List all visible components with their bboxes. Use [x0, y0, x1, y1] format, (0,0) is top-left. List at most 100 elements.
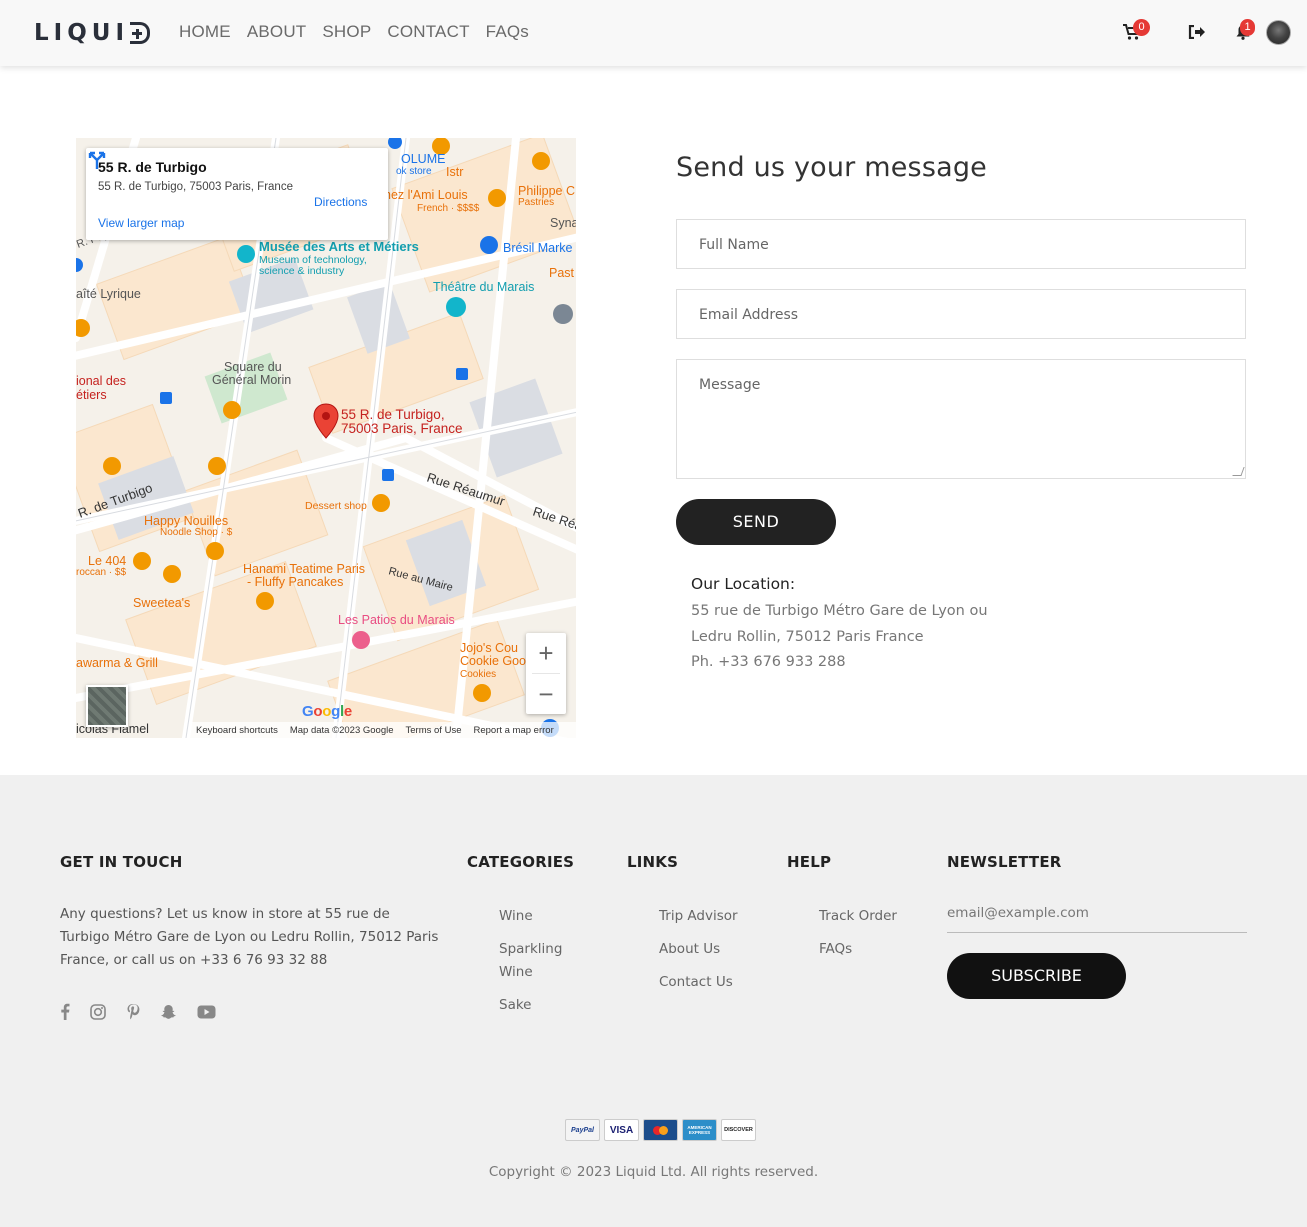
pin-label-line-2: 75003 Paris, France — [341, 421, 463, 436]
cart-count-badge: 0 — [1133, 19, 1150, 36]
help-link[interactable]: Track Order — [819, 905, 897, 928]
place-title: 55 R. de Turbigo — [98, 159, 207, 175]
copyright-text: Copyright © 2023 Liquid Ltd. All rights … — [488, 1164, 819, 1180]
directions-link[interactable]: Directions — [314, 195, 367, 209]
nav-shop[interactable]: SHOP — [322, 22, 371, 42]
subscribe-button[interactable]: SUBSCRIBE — [947, 953, 1126, 999]
map-label: ok store — [396, 166, 432, 177]
map-label: Sweetea's — [133, 596, 190, 610]
snapchat-icon[interactable] — [160, 1004, 177, 1020]
links-list: Trip Advisor About Us Contact Us — [659, 905, 738, 1004]
top-navbar: LIQUI HOME ABOUT SHOP CONTACT FAQs 0 1 — [0, 0, 1307, 66]
links-heading: LINKS — [627, 853, 679, 871]
newsletter-heading: NEWSLETTER — [947, 853, 1062, 871]
help-list: Track Order FAQs — [819, 905, 897, 971]
logout-icon[interactable] — [1188, 25, 1206, 39]
map-label: French · $$$$ — [417, 203, 480, 214]
category-link[interactable]: Sparkling Wine — [499, 938, 599, 984]
map-label: Philippe C — [518, 184, 575, 198]
place-info-card: 55 R. de Turbigo 55 R. de Turbigo, 75003… — [86, 148, 388, 240]
map-label: - Fluffy Pancakes — [247, 575, 343, 589]
youtube-icon[interactable] — [197, 1005, 216, 1019]
map-label: awarma & Grill — [76, 656, 158, 670]
pinterest-icon[interactable] — [126, 1003, 140, 1020]
map-label: Théâtre du Marais — [433, 280, 534, 294]
map-label: Brésil Marke — [503, 241, 573, 255]
email-input[interactable]: Email Address — [676, 289, 1246, 339]
nav-home[interactable]: HOME — [179, 22, 231, 42]
place-address: 55 R. de Turbigo, 75003 Paris, France — [98, 181, 293, 193]
notification-count-badge: 1 — [1240, 19, 1255, 36]
logo-mark-icon — [130, 22, 150, 44]
map-label: Général Morin — [212, 373, 291, 387]
send-button[interactable]: SEND — [676, 499, 836, 545]
map-label: Happy Nouilles — [144, 514, 228, 528]
map-label: Musée des Arts et Métiers — [259, 239, 419, 254]
location-heading: Our Location: — [691, 575, 796, 593]
newsletter-email-input[interactable]: email@example.com — [947, 905, 1247, 933]
map-label: roccan · $$ — [76, 567, 126, 578]
map-label: Noodle Shop · $ — [160, 527, 233, 538]
visa-icon: VISA — [604, 1119, 639, 1141]
map-label: Cookies — [460, 669, 496, 680]
social-links — [60, 1003, 216, 1020]
location-line-2: Ledru Rollin, 75012 Paris France — [691, 628, 924, 645]
map-label: Square du — [224, 360, 282, 374]
help-link[interactable]: FAQs — [819, 938, 897, 961]
zoom-out-button[interactable]: − — [526, 674, 566, 714]
categories-list: Wine Sparkling Wine Sake — [499, 905, 599, 1027]
map-label: hez l'Ami Louis — [384, 188, 468, 202]
footer: GET IN TOUCH Any questions? Let us know … — [0, 775, 1307, 1227]
facebook-icon[interactable] — [60, 1003, 70, 1020]
map-attribution: Keyboard shortcuts Map data ©2023 Google… — [190, 722, 576, 738]
nav-contact[interactable]: CONTACT — [387, 22, 469, 42]
get-in-touch-text: Any questions? Let us know in store at 5… — [60, 906, 439, 968]
terms-link[interactable]: Terms of Use — [406, 725, 462, 736]
instagram-icon[interactable] — [90, 1003, 106, 1020]
nav-faqs[interactable]: FAQs — [486, 22, 529, 42]
zoom-in-button[interactable]: + — [526, 633, 566, 673]
google-logo: Google — [302, 703, 352, 720]
map-label: OLUME — [401, 152, 445, 166]
satellite-toggle[interactable] — [86, 685, 128, 727]
map-label: Cookie Goo — [460, 654, 526, 668]
paypal-icon: PayPal — [565, 1119, 600, 1141]
help-heading: HELP — [787, 853, 832, 871]
footer-link[interactable]: About Us — [659, 938, 738, 961]
map-label: Le 404 — [88, 554, 126, 568]
footer-link[interactable]: Trip Advisor — [659, 905, 738, 928]
map-data-text: Map data ©2023 Google — [289, 724, 394, 736]
full-name-input[interactable]: Full Name — [676, 219, 1246, 269]
map-label: Dessert shop — [305, 500, 367, 512]
report-map-error-link[interactable]: Report a map error — [473, 725, 553, 736]
map-label: Pastries — [518, 197, 554, 208]
directions-icon[interactable] — [86, 148, 108, 170]
google-map[interactable]: 55 R. de Turbigo, 75003 Paris, France Mu… — [76, 138, 576, 738]
get-in-touch-heading: GET IN TOUCH — [60, 853, 183, 871]
discover-icon: DISCOVER — [721, 1119, 756, 1141]
message-textarea[interactable]: Message — [676, 359, 1246, 479]
amex-icon: AMERICAN EXPRESS — [682, 1119, 717, 1141]
location-line-1: 55 rue de Turbigo Métro Gare de Lyon ou — [691, 603, 988, 619]
map-label: Jojo's Cou — [460, 641, 518, 655]
categories-heading: CATEGORIES — [467, 853, 575, 871]
view-larger-map-link[interactable]: View larger map — [98, 216, 184, 230]
map-label: Syna — [550, 216, 576, 230]
zoom-controls: + − — [526, 633, 566, 714]
category-link[interactable]: Wine — [499, 905, 599, 928]
map-label: Istr — [446, 165, 463, 179]
mastercard-icon — [643, 1119, 678, 1141]
user-avatar[interactable] — [1266, 20, 1291, 45]
main-menu: HOME ABOUT SHOP CONTACT FAQs — [179, 22, 529, 42]
footer-link[interactable]: Contact Us — [659, 971, 738, 994]
form-title: Send us your message — [676, 152, 987, 183]
keyboard-shortcuts-link[interactable]: Keyboard shortcuts — [196, 725, 278, 736]
pin-label-line-1: 55 R. de Turbigo, — [341, 407, 445, 422]
liquid-logo[interactable]: LIQUI — [34, 20, 150, 46]
category-link[interactable]: Sake — [499, 994, 599, 1017]
payment-methods: PayPal VISA AMERICAN EXPRESS DISCOVER — [565, 1119, 756, 1141]
map-label: Past — [549, 266, 575, 280]
map-label: science & industry — [259, 265, 345, 277]
map-label: aîté Lyrique — [76, 287, 141, 301]
nav-about[interactable]: ABOUT — [247, 22, 307, 42]
